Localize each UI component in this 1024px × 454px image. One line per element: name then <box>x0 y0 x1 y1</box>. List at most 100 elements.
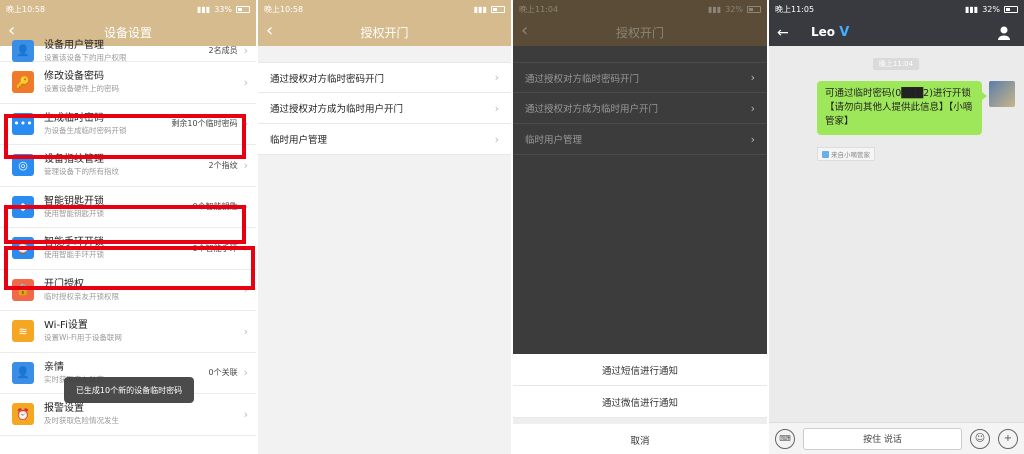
cancel-button[interactable]: 取消 <box>513 424 767 454</box>
settings-item-title: Wi-Fi设置 <box>44 320 88 332</box>
back-arrow-icon[interactable]: ← <box>777 24 789 42</box>
device-settings-screen: 晚上10:58 ▮▮▮ 33% ‹ 设备设置 👤 设备用户管理 设置该设备下的用户权… <box>0 0 256 454</box>
settings-item-title: 亲情 <box>44 361 64 373</box>
option-temp-user-management[interactable]: 临时用户管理 › <box>258 124 511 155</box>
notify-by-wechat-button[interactable]: 通过微信进行通知 <box>513 386 767 418</box>
status-bar: 晚上10:58 ▮▮▮ 33% <box>0 0 256 18</box>
settings-item[interactable]: 👤 设备用户管理 设置该设备下的用户权限 2名成员 › <box>0 39 256 62</box>
chevron-right-icon: › <box>243 366 248 380</box>
battery-percent: 32% <box>982 4 1000 14</box>
chevron-right-icon: › <box>243 75 248 89</box>
chevron-right-icon: › <box>243 324 248 338</box>
option-label: 通过授权对方成为临时用户开门 <box>525 104 659 115</box>
option-label: 临时用户管理 <box>525 135 583 146</box>
page-title: 授权开门 <box>360 25 409 40</box>
settings-item-subtitle: 设置设备硬件上的密码 <box>44 84 119 94</box>
hold-to-talk-button[interactable]: 按住 说话 <box>803 427 962 450</box>
signal-icon: ▮▮▮ <box>965 4 979 14</box>
settings-item-subtitle: 管理设备下的所有指纹 <box>44 167 119 177</box>
chevron-right-icon: › <box>243 407 248 421</box>
authorize-options: 通过授权对方临时密码开门 › 通过授权对方成为临时用户开门 › 临时用户管理 › <box>513 46 767 158</box>
option-label: 通过授权对方临时密码开门 <box>270 73 385 85</box>
profile-icon[interactable] <box>998 25 1010 40</box>
settings-item-subtitle: 设置该设备下的用户权限 <box>44 52 127 62</box>
chevron-right-icon: › <box>494 132 499 146</box>
authorize-notify-screen: 晚上11:04 ▮▮▮ 32% ‹ 授权开门 通过授权对方临时密码开门 › 通过授… <box>513 0 767 454</box>
option-label: 临时用户管理 <box>270 135 328 146</box>
settings-item-title: 修改设备密码 <box>44 71 104 83</box>
chat-title: Leo V <box>811 24 850 40</box>
option-temp-user: 通过授权对方成为临时用户开门 › <box>513 93 767 124</box>
settings-item-meta: 0个关联 <box>208 368 238 378</box>
nav-bar: ← Leo V <box>769 18 1024 46</box>
family-icon: 👤 <box>12 361 34 384</box>
battery-percent: 32% <box>725 4 743 14</box>
authorize-door-screen: 晚上10:58 ▮▮▮ ‹ 授权开门 通过授权对方临时密码开门 › 通过授权对方成… <box>258 0 511 454</box>
verified-badge-icon: V <box>839 24 850 40</box>
chevron-right-icon: › <box>750 132 755 146</box>
source-label: 来自小嘀管家 <box>831 151 870 159</box>
battery-icon <box>491 5 505 13</box>
nav-bar: ‹ 授权开门 <box>513 18 767 46</box>
settings-item-meta: 2名成员 <box>208 46 238 55</box>
settings-item-subtitle: 及时获取危险情况发生 <box>44 416 119 426</box>
settings-item-subtitle: 设置Wi-Fi用于设备联网 <box>44 333 122 343</box>
message-time: 晚上11:04 <box>873 58 919 70</box>
highlight-box-smart-key <box>4 205 246 244</box>
chevron-right-icon: › <box>243 44 248 57</box>
keyboard-icon[interactable]: ⌨ <box>775 428 795 449</box>
message-bubble[interactable]: 可通过临时密码(0███2)进行开锁【请勿向其他人提供此信息】【小嘀管家】 <box>817 81 987 135</box>
settings-item-title: 设备用户管理 <box>44 39 104 51</box>
chevron-right-icon: › <box>494 71 499 84</box>
battery-icon <box>1004 5 1018 13</box>
user-icon: 👤 <box>12 39 34 62</box>
chevron-right-icon: › <box>243 158 248 172</box>
status-time: 晚上10:58 <box>6 4 46 14</box>
battery-icon <box>236 5 250 13</box>
settings-item-meta: 2个指纹 <box>208 160 238 170</box>
status-bar: 晚上11:04 ▮▮▮ 32% <box>513 0 767 18</box>
option-temp-user[interactable]: 通过授权对方成为临时用户开门 › <box>258 93 511 124</box>
highlight-box-wristband <box>4 246 255 290</box>
page-title: 授权开门 <box>615 25 664 40</box>
signal-icon: ▮▮▮ <box>708 4 722 14</box>
option-temp-user-management: 临时用户管理 › <box>513 124 767 155</box>
option-label: 通过授权对方临时密码开门 <box>525 73 640 85</box>
highlight-box-temp-password <box>4 114 246 159</box>
option-temp-password[interactable]: 通过授权对方临时密码开门 › <box>258 62 511 93</box>
nav-bar: ‹ 授权开门 <box>258 18 511 46</box>
chat-input-bar: ⌨ 按住 说话 ☺ + <box>769 422 1024 454</box>
settings-item[interactable]: ≋ Wi-Fi设置 设置Wi-Fi用于设备联网 › <box>0 311 256 353</box>
chevron-right-icon: › <box>494 101 499 115</box>
option-label: 通过授权对方成为临时用户开门 <box>270 104 404 115</box>
plus-icon[interactable]: + <box>998 428 1018 449</box>
status-bar: 晚上11:05 ▮▮▮ 32% <box>769 0 1024 18</box>
avatar[interactable] <box>989 81 1015 107</box>
notify-by-sms-button[interactable]: 通过短信进行通知 <box>513 354 767 386</box>
settings-item[interactable]: 🔑 修改设备密码 设置设备硬件上的密码 › <box>0 62 256 104</box>
signal-icon: ▮▮▮ <box>473 4 487 14</box>
chat-messages: 晚上11:04 可通过临时密码(0███2)进行开锁【请勿向其他人提供此信息】【… <box>769 46 1024 422</box>
source-tag[interactable]: 来自小嘀管家 <box>817 147 875 161</box>
settings-item-subtitle: 临时授权亲友开锁权限 <box>44 291 119 301</box>
signal-icon: ▮▮▮ <box>197 4 211 14</box>
key-icon: 🔑 <box>12 71 34 94</box>
chevron-right-icon: › <box>750 71 755 84</box>
chat-screen: 晚上11:05 ▮▮▮ 32% ← Leo V 晚上11:04 可通过临时密码(… <box>769 0 1024 454</box>
wifi-icon: ≋ <box>12 320 34 343</box>
status-time: 晚上11:05 <box>775 4 815 14</box>
battery-percent: 33% <box>214 4 232 14</box>
action-sheet: 通过短信进行通知 通过微信进行通知 取消 <box>513 354 767 454</box>
toast-message: 已生成10个新的设备临时密码 <box>64 377 194 403</box>
settings-item-title: 报警设置 <box>44 403 84 415</box>
status-time: 晚上11:04 <box>519 4 559 14</box>
app-icon <box>822 150 829 158</box>
option-temp-password: 通过授权对方临时密码开门 › <box>513 62 767 93</box>
chevron-right-icon: › <box>750 101 755 115</box>
authorize-options: 通过授权对方临时密码开门 › 通过授权对方成为临时用户开门 › 临时用户管理 › <box>258 46 511 158</box>
emoji-icon[interactable]: ☺ <box>970 428 990 449</box>
status-bar: 晚上10:58 ▮▮▮ <box>258 0 511 18</box>
battery-icon <box>747 5 761 13</box>
alarm-icon: ⏰ <box>12 403 34 426</box>
status-time: 晚上10:58 <box>264 4 304 14</box>
